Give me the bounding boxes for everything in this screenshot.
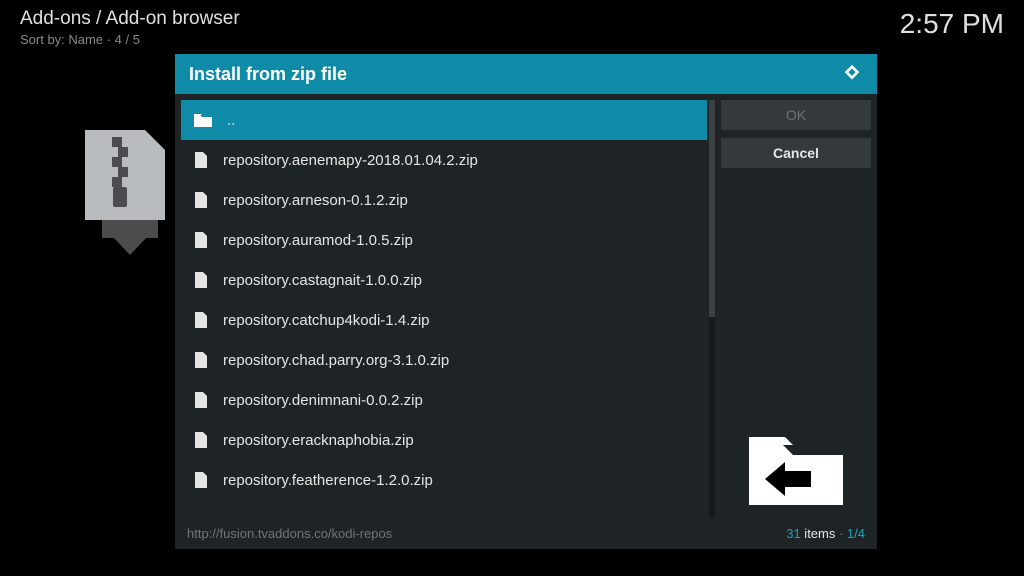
dialog-title: Install from zip file <box>189 64 347 85</box>
file-icon <box>193 471 209 489</box>
breadcrumb: Add-ons / Add-on browser <box>20 8 240 30</box>
dialog-header: Install from zip file <box>175 54 877 94</box>
file-icon <box>193 311 209 329</box>
file-row[interactable]: repository.auramod-1.0.5.zip <box>181 220 707 260</box>
file-row[interactable]: repository.eracknaphobia.zip <box>181 420 707 460</box>
file-row[interactable]: repository.chad.parry.org-3.1.0.zip <box>181 340 707 380</box>
file-icon <box>193 231 209 249</box>
file-label: repository.denimnani-0.0.2.zip <box>223 392 423 409</box>
dialog-footer: http://fusion.tvaddons.co/kodi-repos 31 … <box>175 517 877 549</box>
file-list: .. repository.aenemapy-2018.01.04.2.zip … <box>181 100 707 517</box>
file-label: repository.featherence-1.2.0.zip <box>223 472 433 489</box>
file-label: repository.eracknaphobia.zip <box>223 432 414 449</box>
current-path: http://fusion.tvaddons.co/kodi-repos <box>187 526 392 541</box>
file-row[interactable]: repository.denimnani-0.0.2.zip <box>181 380 707 420</box>
install-zip-dialog: Install from zip file .. repository.aene… <box>175 54 877 549</box>
file-label: .. <box>227 112 235 129</box>
clock: 2:57 PM <box>900 8 1004 40</box>
item-count: 31 items · 1/4 <box>786 526 865 541</box>
file-row[interactable]: repository.catchup4kodi-1.4.zip <box>181 300 707 340</box>
file-icon <box>193 151 209 169</box>
scrollbar[interactable] <box>709 100 715 517</box>
zip-install-icon <box>80 125 180 260</box>
file-row[interactable]: repository.castagnait-1.0.0.zip <box>181 260 707 300</box>
file-row[interactable]: repository.aenemapy-2018.01.04.2.zip <box>181 140 707 180</box>
file-icon <box>193 431 209 449</box>
parent-folder-icon <box>721 423 871 513</box>
kodi-logo-icon <box>841 63 863 85</box>
file-label: repository.auramod-1.0.5.zip <box>223 232 413 249</box>
file-row[interactable]: repository.arneson-0.1.2.zip <box>181 180 707 220</box>
page-header: Add-ons / Add-on browser Sort by: Name ·… <box>20 8 240 47</box>
file-icon <box>193 391 209 409</box>
folder-up-icon <box>193 112 213 128</box>
ok-button[interactable]: OK <box>721 100 871 130</box>
file-icon <box>193 191 209 209</box>
parent-folder-row[interactable]: .. <box>181 100 707 140</box>
cancel-button[interactable]: Cancel <box>721 138 871 168</box>
file-label: repository.arneson-0.1.2.zip <box>223 192 408 209</box>
file-icon <box>193 271 209 289</box>
scroll-thumb[interactable] <box>709 100 715 317</box>
file-label: repository.catchup4kodi-1.4.zip <box>223 312 430 329</box>
file-row[interactable]: repository.featherence-1.2.0.zip <box>181 460 707 500</box>
file-label: repository.castagnait-1.0.0.zip <box>223 272 422 289</box>
file-icon <box>193 351 209 369</box>
sort-indicator: Sort by: Name · 4 / 5 <box>20 32 240 47</box>
file-label: repository.aenemapy-2018.01.04.2.zip <box>223 152 478 169</box>
file-label: repository.chad.parry.org-3.1.0.zip <box>223 352 449 369</box>
